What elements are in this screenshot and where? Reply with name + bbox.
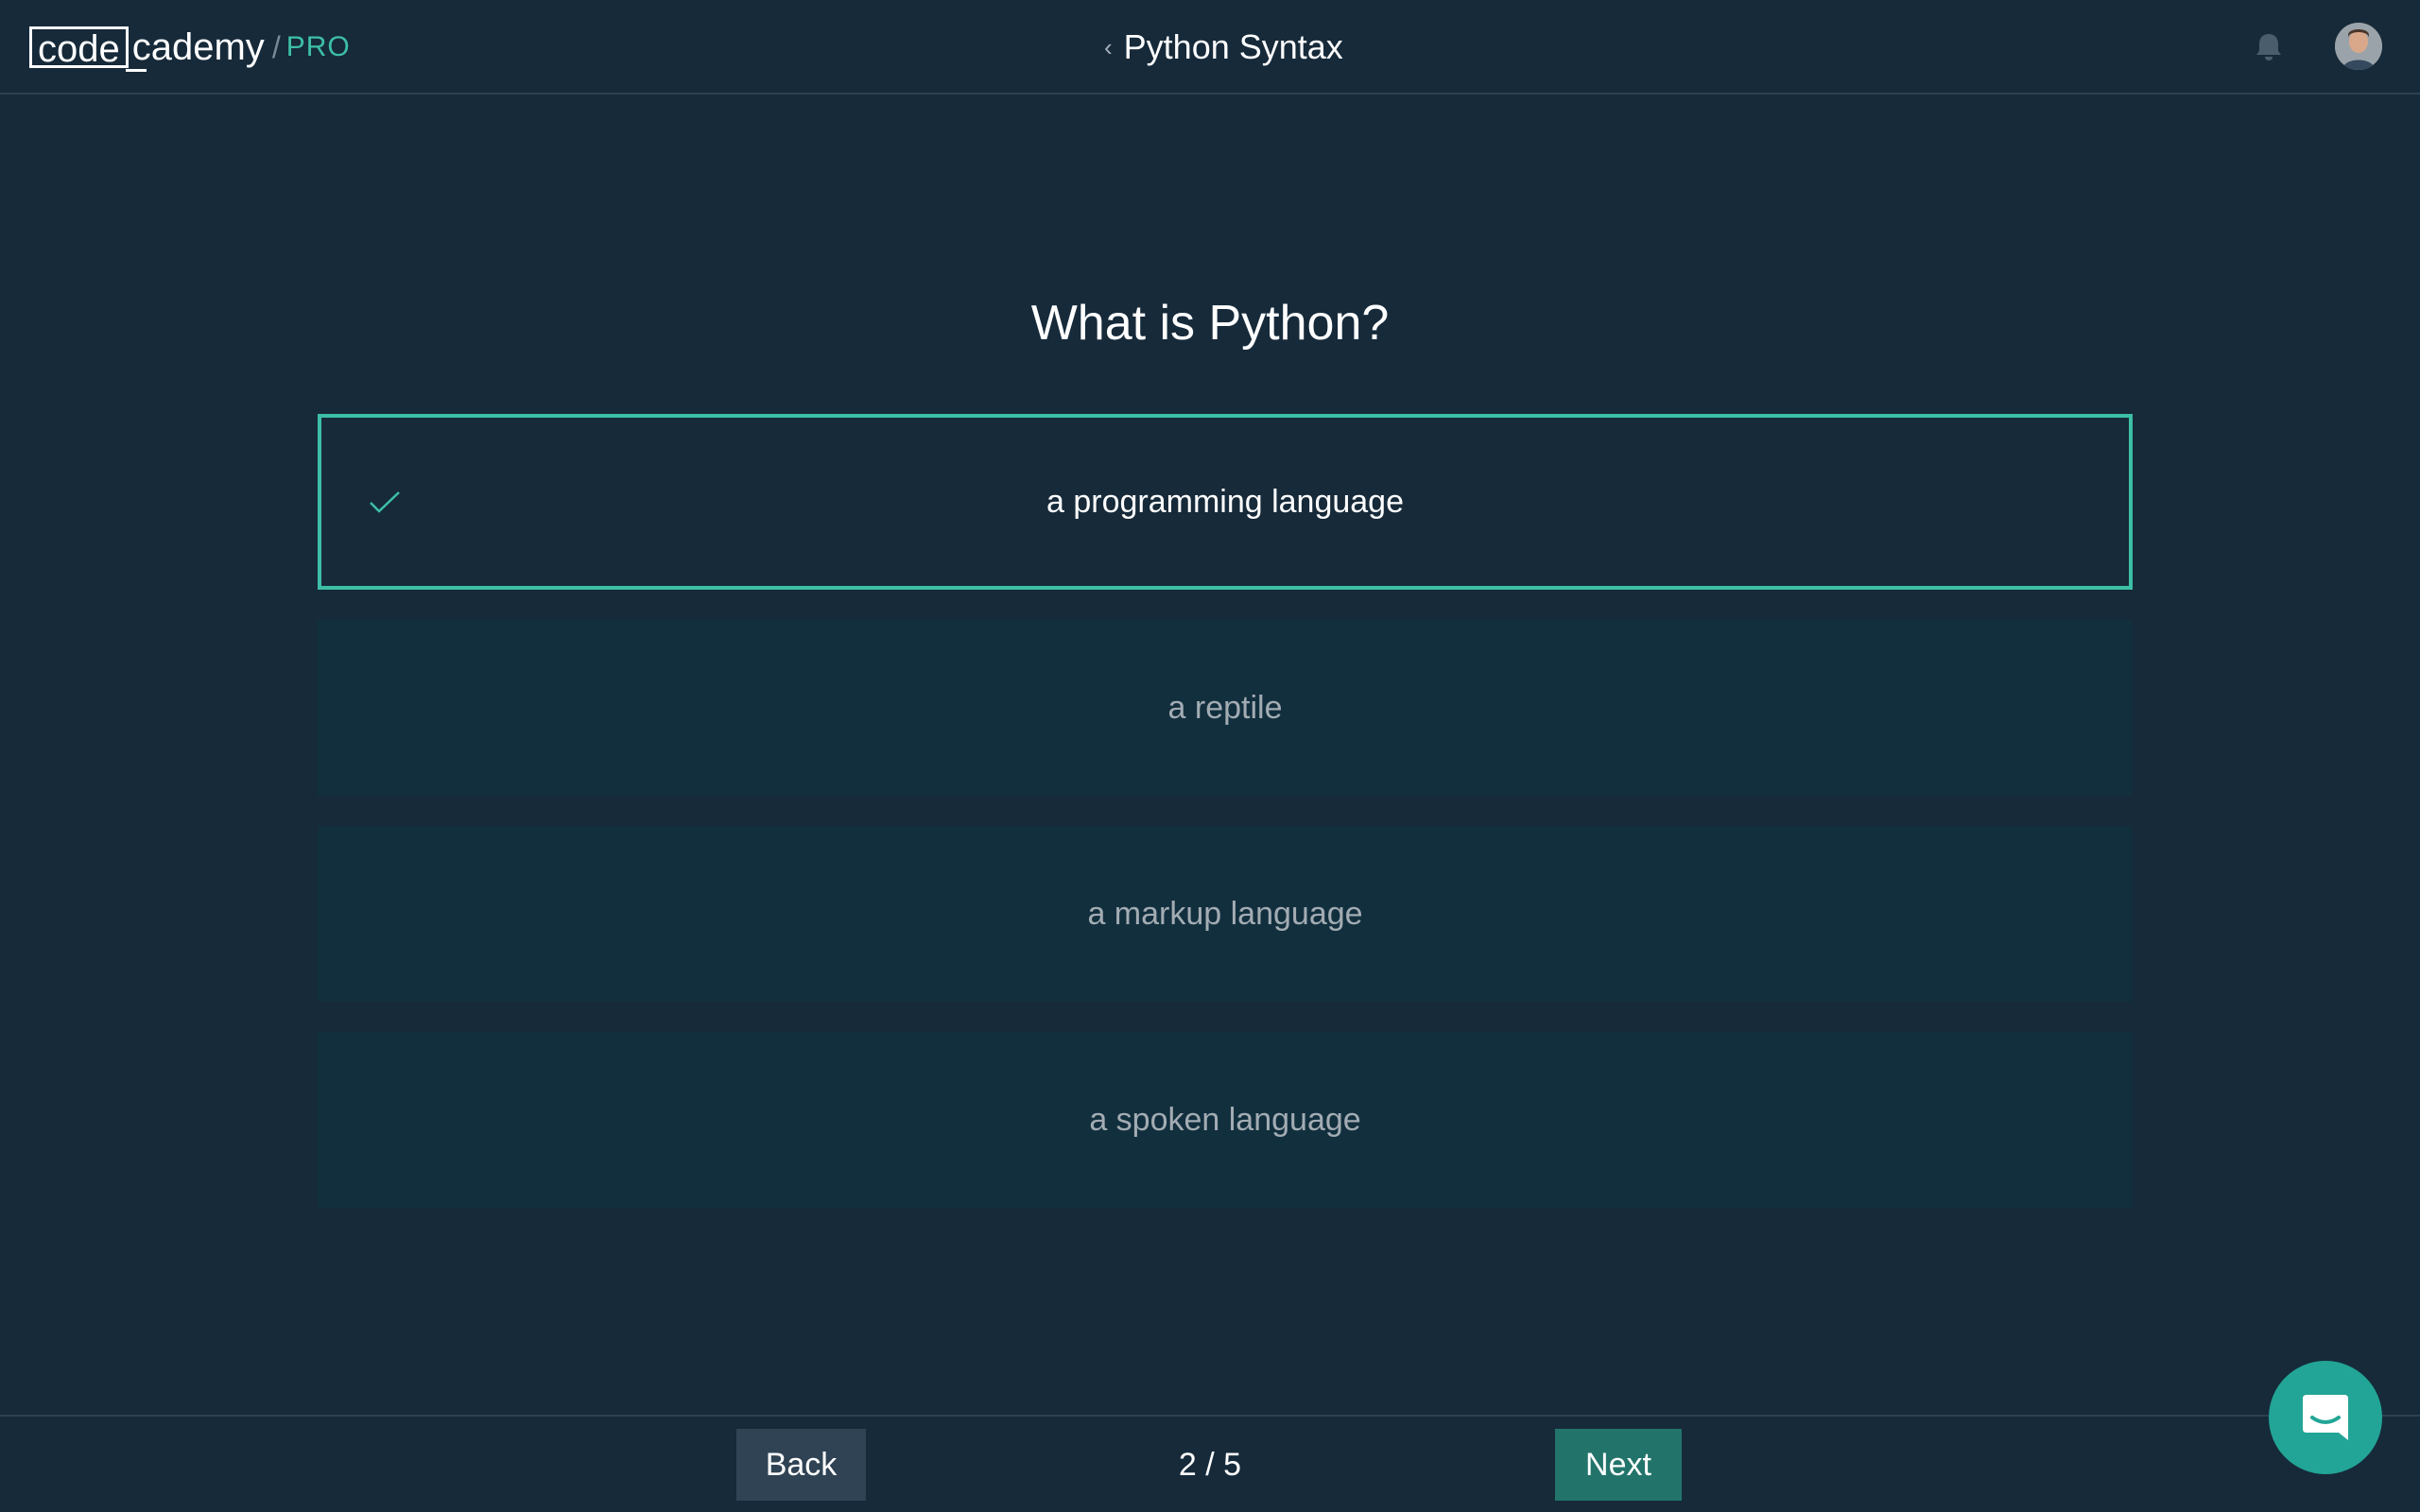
quiz-question: What is Python? xyxy=(1030,296,1390,351)
answer-option-label: a spoken language xyxy=(1089,1101,1361,1138)
chat-icon xyxy=(2303,1395,2348,1440)
quiz-footer: Back 2 / 5 Next xyxy=(0,1415,2420,1512)
logo-slash: / xyxy=(271,30,281,64)
course-title: Python Syntax xyxy=(1123,27,1343,66)
answer-option-4[interactable]: a spoken language xyxy=(318,1032,2133,1208)
logo-code-box: code xyxy=(29,26,147,72)
answer-option-2[interactable]: a reptile xyxy=(318,620,2133,796)
course-title-link[interactable]: ‹ Python Syntax xyxy=(1104,25,1343,70)
check-icon xyxy=(367,487,405,517)
back-button[interactable]: Back xyxy=(736,1429,866,1501)
codecademy-pro-logo[interactable]: code cademy / PRO xyxy=(29,23,351,72)
next-button[interactable]: Next xyxy=(1555,1429,1682,1501)
bell-icon[interactable] xyxy=(2252,30,2286,64)
chat-support-button[interactable] xyxy=(2269,1361,2382,1474)
chevron-left-icon: ‹ xyxy=(1104,33,1113,61)
logo-cademy-text: cademy xyxy=(131,26,265,68)
answer-option-3[interactable]: a markup language xyxy=(318,826,2133,1002)
answer-option-label: a reptile xyxy=(1167,689,1283,726)
top-nav-bar: code cademy / PRO ‹ Python Syntax xyxy=(0,0,2420,94)
question-pager: 2 / 5 xyxy=(1178,1447,1242,1483)
logo-pro-badge: PRO xyxy=(285,31,351,62)
answer-option-label: a programming language xyxy=(1046,483,1405,520)
answer-option-1[interactable]: a programming language xyxy=(318,414,2133,590)
answer-option-label: a markup language xyxy=(1087,895,1363,932)
user-avatar[interactable] xyxy=(2335,23,2382,70)
